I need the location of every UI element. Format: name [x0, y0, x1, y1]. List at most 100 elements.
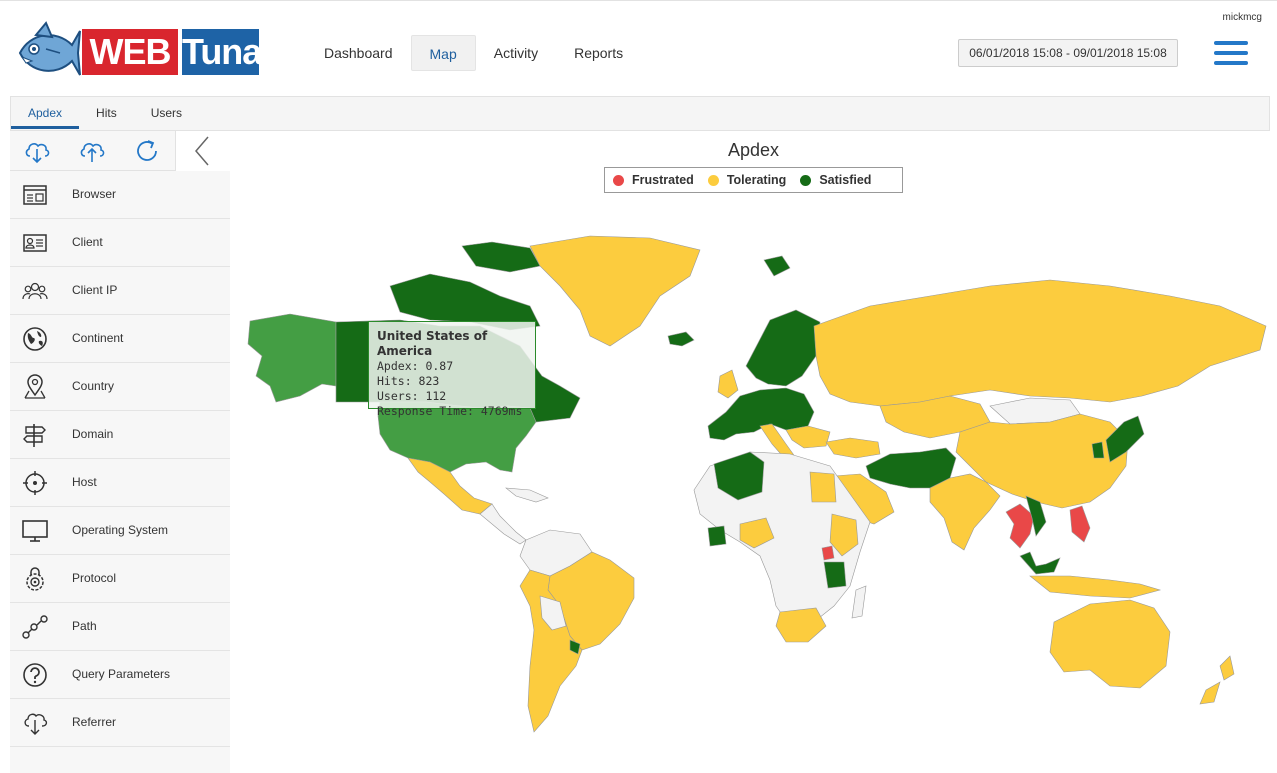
legend-satisfied[interactable]: Satisfied	[800, 173, 871, 187]
sidebar-item-operating-system[interactable]: Operating System	[10, 507, 230, 555]
username-label[interactable]: mickmcg	[1210, 12, 1262, 23]
sidebar-item-path[interactable]: Path	[10, 603, 230, 651]
tooltip-country-name: United States of America	[377, 329, 488, 358]
logo-web-text: WEB	[82, 29, 178, 75]
country-india[interactable]	[929, 473, 1001, 551]
country-alaska[interactable]	[247, 313, 337, 403]
country-malaysia[interactable]	[1019, 551, 1061, 575]
sidebar-item-domain[interactable]: Domain	[10, 411, 230, 459]
country-south-africa[interactable]	[775, 607, 827, 643]
sidebar-item-client[interactable]: Client	[10, 219, 230, 267]
sidebar-item-client-ip[interactable]: Client IP	[10, 267, 230, 315]
country-turkey[interactable]	[825, 437, 881, 459]
country-iceland[interactable]	[667, 331, 695, 347]
nav-dashboard[interactable]: Dashboard	[306, 35, 411, 71]
sidebar-item-host[interactable]: Host	[10, 459, 230, 507]
legend-dot-satisfied	[800, 174, 812, 186]
sidebar-item-label: Country	[72, 379, 115, 393]
country-madagascar[interactable]	[851, 585, 867, 619]
country-russia[interactable]	[813, 279, 1267, 407]
sidebar-item-continent[interactable]: Continent	[10, 315, 230, 363]
country-philippines[interactable]	[1069, 505, 1091, 543]
world-map[interactable]	[230, 226, 1277, 746]
map-pin-icon	[24, 374, 46, 399]
sidebar-item-label: Referrer	[72, 715, 117, 729]
nav-activity[interactable]: Activity	[476, 35, 556, 71]
tooltip-hits: Hits: 823	[377, 374, 440, 388]
webtuna-logo[interactable]: WEB Tuna	[16, 19, 262, 83]
path-nodes-icon	[22, 615, 48, 639]
legend-dot-frustrated	[613, 174, 624, 186]
chart-legend: Frustrated Tolerating Satisfied	[604, 167, 903, 193]
metric-tabs: Apdex Hits Users	[10, 96, 1270, 131]
country-new-zealand[interactable]	[1199, 655, 1235, 705]
map-panel: Apdex Frustrated Tolerating Satisfied Un…	[230, 131, 1277, 773]
region-scandinavia[interactable]	[745, 309, 821, 387]
country-svalbard[interactable]	[763, 255, 791, 277]
sidebar-item-label: Host	[72, 475, 97, 489]
id-card-icon	[23, 234, 47, 252]
country-egypt[interactable]	[809, 471, 837, 503]
upload-cloud-icon[interactable]	[78, 137, 106, 165]
tooltip-apdex: Apdex: 0.87	[377, 359, 454, 373]
region-caribbean[interactable]	[505, 487, 549, 503]
legend-tolerating[interactable]: Tolerating	[707, 173, 787, 187]
country-uk[interactable]	[717, 369, 739, 399]
country-indonesia[interactable]	[1029, 575, 1162, 599]
nav-reports[interactable]: Reports	[556, 35, 641, 71]
browser-window-icon	[23, 185, 47, 205]
sidebar-collapse-button[interactable]	[175, 131, 230, 171]
tab-apdex[interactable]: Apdex	[11, 97, 80, 129]
sidebar-toolbar	[10, 131, 230, 171]
country-ivory-coast[interactable]	[707, 525, 727, 547]
dimension-sidebar: Browser Client Client IP Continent Count…	[10, 131, 230, 773]
main-nav: Dashboard Map Activity Reports	[306, 35, 641, 71]
legend-label: Frustrated	[632, 173, 694, 187]
refresh-icon[interactable]	[133, 137, 161, 165]
chart-title: Apdex	[727, 140, 780, 160]
globe-icon	[23, 327, 47, 351]
crosshair-icon	[23, 471, 47, 495]
sidebar-item-label: Browser	[72, 187, 117, 201]
region-balkans[interactable]	[785, 425, 831, 449]
sidebar-item-label: Protocol	[72, 571, 117, 585]
date-range-picker[interactable]: 06/01/2018 15:08 - 09/01/2018 15:08	[958, 39, 1178, 67]
legend-label: Satisfied	[819, 173, 872, 187]
tooltip-response-time: Response Time: 4769ms	[377, 404, 523, 418]
legend-label: Tolerating	[726, 173, 787, 187]
download-cloud-icon[interactable]	[23, 137, 51, 165]
sidebar-item-label: Query Parameters	[72, 667, 171, 681]
sidebar-item-query-parameters[interactable]: Query Parameters	[10, 651, 230, 699]
monitor-icon	[22, 520, 48, 542]
logo-tuna-text: Tuna	[182, 29, 262, 75]
top-bar: WEB Tuna Dashboard Map Activity Reports …	[0, 0, 1277, 96]
tooltip-users: Users: 112	[377, 389, 447, 403]
country-greenland[interactable]	[529, 235, 701, 347]
hamburger-icon[interactable]	[1214, 41, 1248, 65]
tab-users[interactable]: Users	[134, 97, 199, 129]
chevron-left-icon	[195, 136, 209, 166]
sidebar-item-label: Continent	[72, 331, 124, 345]
sidebar-item-label: Domain	[72, 427, 114, 441]
country-tanzania[interactable]	[823, 561, 847, 589]
sidebar-item-browser[interactable]: Browser	[10, 171, 230, 219]
nav-map[interactable]: Map	[410, 35, 476, 71]
lock-gear-icon	[26, 567, 44, 591]
sidebar-item-label: Client IP	[72, 283, 118, 297]
legend-dot-tolerating	[707, 174, 719, 186]
sidebar-item-label: Path	[72, 619, 97, 633]
country-korea[interactable]	[1091, 441, 1105, 459]
country-uganda[interactable]	[821, 545, 835, 561]
signpost-icon	[23, 424, 46, 447]
country-australia[interactable]	[1049, 599, 1171, 689]
country-canada-arctic[interactable]	[461, 241, 541, 273]
tab-hits[interactable]: Hits	[79, 97, 134, 129]
legend-frustrated[interactable]: Frustrated	[613, 173, 694, 187]
users-group-icon	[22, 282, 48, 300]
sidebar-item-country[interactable]: Country	[10, 363, 230, 411]
sidebar-item-protocol[interactable]: Protocol	[10, 555, 230, 603]
sidebar-item-referrer[interactable]: Referrer	[10, 699, 230, 747]
cloud-download-icon	[24, 713, 48, 735]
question-circle-icon	[23, 663, 47, 687]
region-central-america[interactable]	[479, 503, 527, 545]
